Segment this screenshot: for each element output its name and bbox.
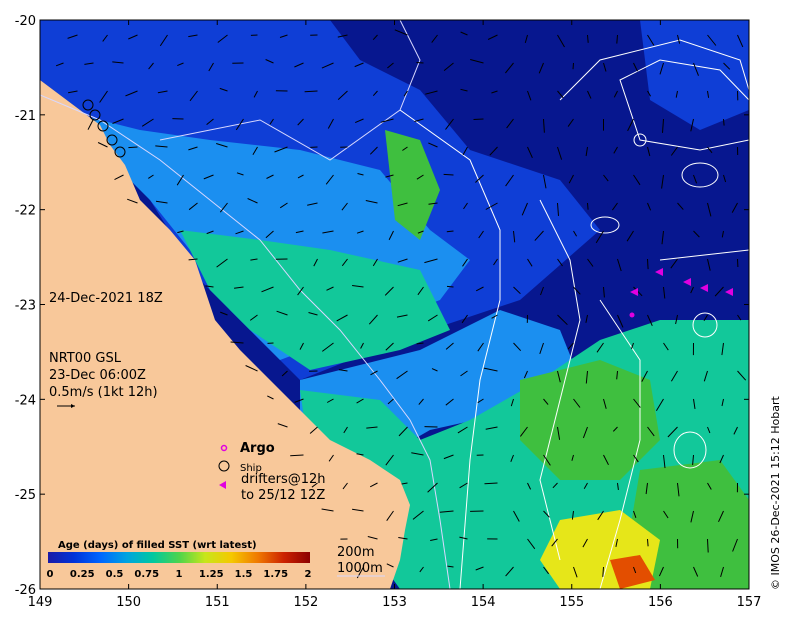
sst-map: 149 150 151 152 153 154 155 156 157 -20-21-22-23… [15,14,782,610]
current-arrow [572,62,574,70]
current-arrow [602,566,604,577]
colorbar-tick-label: 0.25 [70,569,95,580]
colorbar-gradient [48,552,310,563]
colorbar-tick-label: 1.75 [263,569,288,580]
current-arrow [416,62,424,64]
colorbar-tick-label: 1.25 [199,569,224,580]
lat-tick-label: -26 [15,583,36,598]
current-arrow [290,454,304,457]
colorbar-tick-label: 2 [305,569,312,580]
current-arrow [473,118,484,120]
current-arrow [446,285,454,288]
current-arrow [707,538,709,553]
current-arrow [587,202,589,210]
current-arrow [587,34,589,43]
lat-tick-label: -23 [15,299,36,314]
colorbar-tick-label: 0.5 [106,569,124,580]
lat-tick-label: -24 [15,393,36,408]
nrt-label-2: 23-Dec 06:00Z [49,368,146,383]
colorbar-tick-label: 1 [176,569,183,580]
lon-tick-label: 156 [648,595,673,610]
lon-tick-label: 150 [116,595,141,610]
current-arrow [304,90,318,93]
drifters-legend-label-1: drifters@12h [241,472,326,487]
lat-tick-label: -20 [15,14,36,29]
current-arrow [723,118,725,126]
lat-tick-label: -25 [15,488,36,503]
current-arrow [647,258,649,270]
colorbar-tick-label: 1.5 [235,569,253,580]
lon-tick-label: 155 [559,595,584,610]
drifter-marker [629,312,635,318]
lat-tick-label: -21 [15,109,36,124]
drifters-legend-label-2: to 25/12 12Z [241,488,325,503]
current-arrow [128,146,138,149]
nrt-label-1: NRT00 GSL [49,351,122,366]
colorbar-title: Age (days) of filled SST (wrt latest) [58,540,257,551]
credit-label: © IMOS 26-Dec-2021 15:12 Hobart [769,395,782,590]
colorbar-tick-label: 0 [47,569,54,580]
nrt-label-3: 0.5m/s (1kt 12h) [49,385,158,400]
lat-tick-label: -22 [15,204,36,219]
lon-tick-label: 152 [293,595,318,610]
date-label: 24-Dec-2021 18Z [49,291,163,306]
lon-tick-label: 154 [471,595,496,610]
current-arrow [443,173,454,176]
lon-tick-label: 151 [205,595,230,610]
isobath-200-label: 200m [337,545,374,560]
lon-tick-label: 153 [382,595,407,610]
argo-legend-label: Argo [240,441,275,456]
isobath-1000-label: 1000m [337,561,383,576]
colorbar-tick-label: 0.75 [134,569,159,580]
colorbar-ticks: 0 0.25 0.5 0.75 1 1.25 1.5 1.75 2 [47,569,312,580]
current-arrow [616,34,618,44]
current-arrow [647,538,649,547]
lon-tick-label: 157 [737,595,762,610]
